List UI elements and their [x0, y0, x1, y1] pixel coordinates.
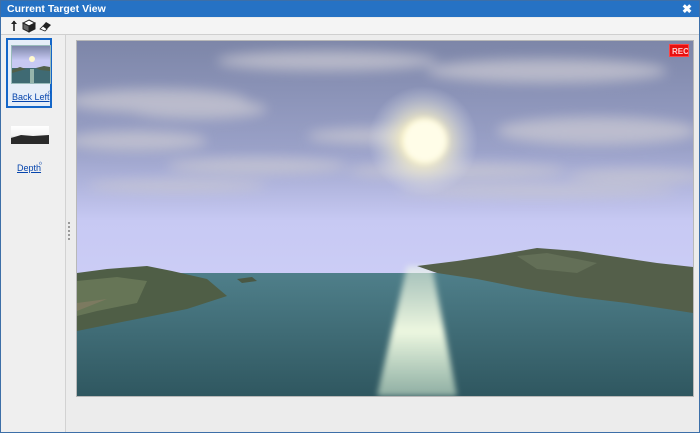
external-link-icon[interactable]: ⁰: [48, 90, 51, 98]
target-link-depth[interactable]: Depth: [17, 163, 41, 173]
cube-view-icon: [21, 19, 37, 33]
cube-view-button[interactable]: [21, 19, 37, 33]
toolbar: [1, 18, 699, 35]
target-link-back-left[interactable]: Back Left: [12, 92, 50, 102]
target-thumbnail-depth[interactable]: [11, 126, 49, 144]
grip-dot: [68, 226, 70, 228]
depth-preview-image: [11, 126, 49, 144]
grip-dot: [68, 230, 70, 232]
window-title: Current Target View: [7, 3, 106, 15]
render-viewport[interactable]: REC: [76, 40, 694, 397]
grip-dot: [68, 222, 70, 224]
eraser-tool-button[interactable]: [38, 19, 52, 33]
scene-render-image: [77, 41, 693, 396]
close-icon: ✖: [681, 2, 693, 16]
eraser-tool-icon: [39, 22, 51, 32]
current-target-view-window: Current Target View ✖ Back Left ⁰ Depth …: [0, 0, 700, 433]
external-link-icon[interactable]: ⁰: [39, 161, 42, 169]
sidebar-splitter-handle[interactable]: [66, 35, 72, 432]
grip-dot: [68, 238, 70, 240]
title-bar[interactable]: Current Target View ✖: [1, 1, 699, 17]
pointer-tool-button[interactable]: [7, 19, 21, 33]
pointer-tool-icon: [11, 20, 17, 31]
grip-dot: [68, 234, 70, 236]
target-list-sidebar: Back Left ⁰ Depth ⁰: [1, 35, 66, 432]
back-left-preview-image: [11, 45, 51, 84]
target-thumbnail-back-left[interactable]: Back Left ⁰: [6, 38, 52, 108]
svg-text:REC: REC: [672, 47, 688, 56]
close-button[interactable]: ✖: [681, 3, 693, 15]
record-indicator-icon[interactable]: REC: [669, 44, 689, 57]
